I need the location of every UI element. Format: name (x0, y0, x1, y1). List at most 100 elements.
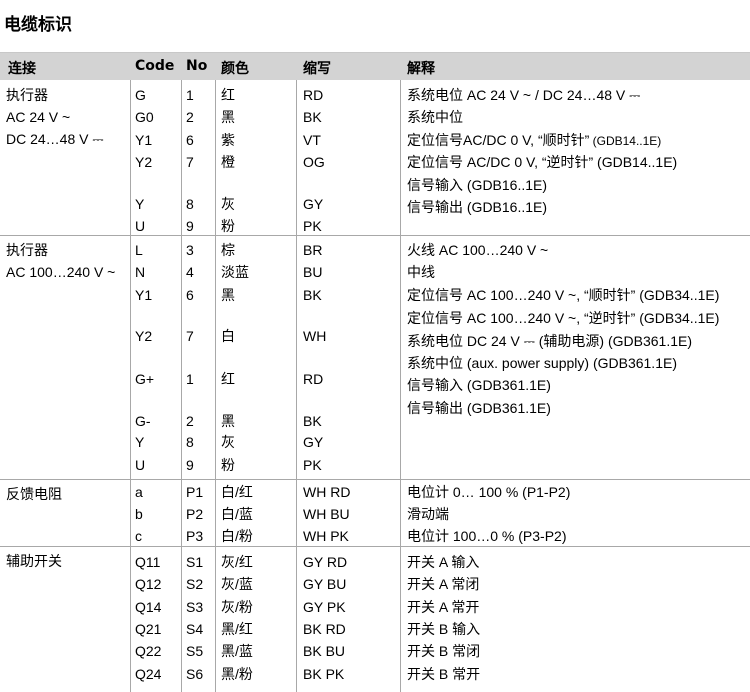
cell-desc: 系统电位 AC 24 V ~ / DC 24…48 V ⎓ (407, 86, 640, 104)
cell-desc: 系统电位 DC 24 V ⎓ (辅助电源) (GDB361.1E) (407, 332, 692, 350)
cell-no: S2 (186, 576, 204, 592)
cell-color: 灰 (221, 434, 235, 450)
cell-no: 8 (186, 196, 194, 212)
column-divider (181, 80, 182, 235)
cell-abbr: GY (303, 434, 324, 450)
cell-desc-text: 开关 A 输入 (407, 554, 480, 570)
cell-code: Y (135, 434, 145, 450)
cell-desc: 开关 B 输入 (407, 620, 480, 638)
cell-abbr: WH BU (303, 506, 350, 522)
cell-desc: 信号输出 (GDB361.1E) (407, 399, 551, 417)
cell-code: c (135, 528, 142, 544)
cell-color: 黑 (221, 109, 235, 125)
column-divider (181, 479, 182, 546)
table-header-row (0, 53, 750, 80)
cell-color: 白/粉 (221, 528, 253, 544)
column-divider (215, 479, 216, 546)
cell-color: 灰 (221, 196, 235, 212)
cell-abbr: BK (303, 287, 322, 303)
cell-desc: 信号输入 (GDB361.1E) (407, 376, 551, 394)
cell-no: P2 (186, 506, 204, 522)
cell-abbr: BK (303, 109, 322, 125)
cell-no: P1 (186, 484, 204, 500)
cell-desc: 开关 B 常开 (407, 665, 480, 683)
cell-color: 灰/蓝 (221, 576, 253, 592)
cell-abbr: RD (303, 371, 324, 387)
cell-desc-text: 开关 B 常闭 (407, 643, 481, 659)
cell-desc: 火线 AC 100…240 V ~ (407, 241, 548, 259)
cell-color: 粉 (221, 218, 235, 234)
cell-no: S3 (186, 599, 204, 615)
cell-no: 1 (186, 371, 194, 387)
cell-desc-model: (GDB14..1E) (589, 134, 662, 148)
cell-no: 6 (186, 287, 194, 303)
cell-desc-text: 定位信号 AC 100…240 V ~, “顺时针” (GDB34..1E) (407, 287, 720, 303)
cell-code: N (135, 264, 146, 280)
cell-code: Y1 (135, 287, 153, 303)
header-no: No (186, 58, 208, 74)
header-code: Code (135, 58, 175, 74)
cell-desc-text: 定位信号AC/DC 0 V, “顺时针” (407, 132, 590, 148)
cell-abbr: BK BU (303, 643, 346, 659)
connection-label: 反馈电阻 (6, 486, 62, 502)
cell-desc-text: 开关 B 输入 (407, 621, 481, 637)
cell-desc-text: 系统电位 AC 24 V ~ / DC 24…48 V ⎓ (407, 87, 641, 103)
cell-abbr: GY BU (303, 576, 347, 592)
cell-color: 黑/红 (221, 621, 253, 637)
cell-code: Y2 (135, 328, 153, 344)
cell-abbr: BU (303, 264, 323, 280)
cell-desc-text: 定位信号 AC/DC 0 V, “逆时针” (GDB14..1E) (407, 154, 678, 170)
cell-abbr: GY PK (303, 599, 346, 615)
header-color: 颜色 (221, 61, 249, 77)
column-divider (296, 546, 297, 692)
cell-desc-text: 系统中位 (aux. power supply) (GDB361.1E) (407, 355, 677, 371)
cell-no: 8 (186, 434, 194, 450)
column-divider (296, 479, 297, 546)
cell-code: Y (135, 196, 145, 212)
cell-code: a (135, 484, 143, 500)
page-title: 电缆标识 (4, 15, 72, 35)
cell-code: Q21 (135, 621, 162, 637)
header-desc: 解释 (407, 61, 435, 77)
header-connection: 连接 (8, 61, 36, 77)
cell-color: 红 (221, 371, 235, 387)
cell-desc: 开关 A 常开 (407, 598, 479, 616)
column-divider (130, 235, 131, 479)
cell-desc: 定位信号AC/DC 0 V, “顺时针” (GDB14..1E) (407, 131, 661, 150)
column-divider (400, 546, 401, 692)
cell-abbr: WH (303, 328, 327, 344)
column-divider (400, 235, 401, 479)
cell-desc-text: 信号输出 (GDB361.1E) (407, 400, 551, 416)
cell-no: P3 (186, 528, 204, 544)
cell-abbr: BK PK (303, 666, 345, 682)
cell-desc: 定位信号 AC 100…240 V ~, “逆时针” (GDB34..1E) (407, 309, 719, 327)
cell-color: 黑/粉 (221, 666, 253, 682)
column-divider (400, 479, 401, 546)
cell-desc-text: 信号输出 (GDB16..1E) (407, 199, 548, 215)
cell-desc: 开关 A 常闭 (407, 575, 479, 593)
cell-desc-text: 开关 B 常开 (407, 666, 481, 682)
cell-desc-text: 滑动端 (407, 506, 449, 522)
cell-code: G+ (135, 371, 155, 387)
cell-desc-text: 开关 A 常开 (407, 599, 480, 615)
cell-desc-text: 电位计 0… 100 % (P1-P2) (407, 484, 571, 500)
cell-code: G (135, 87, 146, 103)
cell-desc-text: 中线 (407, 264, 435, 280)
cell-desc-text: 定位信号 AC 100…240 V ~, “逆时针” (GDB34..1E) (407, 310, 720, 326)
cell-desc-text: 电位计 100…0 % (P3-P2) (407, 528, 567, 544)
cell-desc: 信号输入 (GDB16..1E) (407, 176, 547, 194)
group-divider (0, 546, 750, 547)
cell-no: 3 (186, 242, 194, 258)
column-divider (181, 546, 182, 692)
cell-color: 淡蓝 (221, 264, 249, 280)
cell-desc: 系统中位 (aux. power supply) (GDB361.1E) (407, 354, 677, 372)
cell-color: 灰/红 (221, 554, 253, 570)
cell-abbr: GY (303, 196, 324, 212)
cell-code: Q24 (135, 666, 162, 682)
connection-label: DC 24…48 V ⎓ (6, 131, 104, 147)
cell-desc-text: 开关 A 常闭 (407, 576, 480, 592)
cell-color: 黑 (221, 287, 235, 303)
column-divider (181, 235, 182, 479)
cell-code: G- (135, 413, 151, 429)
cell-abbr: GY RD (303, 554, 348, 570)
